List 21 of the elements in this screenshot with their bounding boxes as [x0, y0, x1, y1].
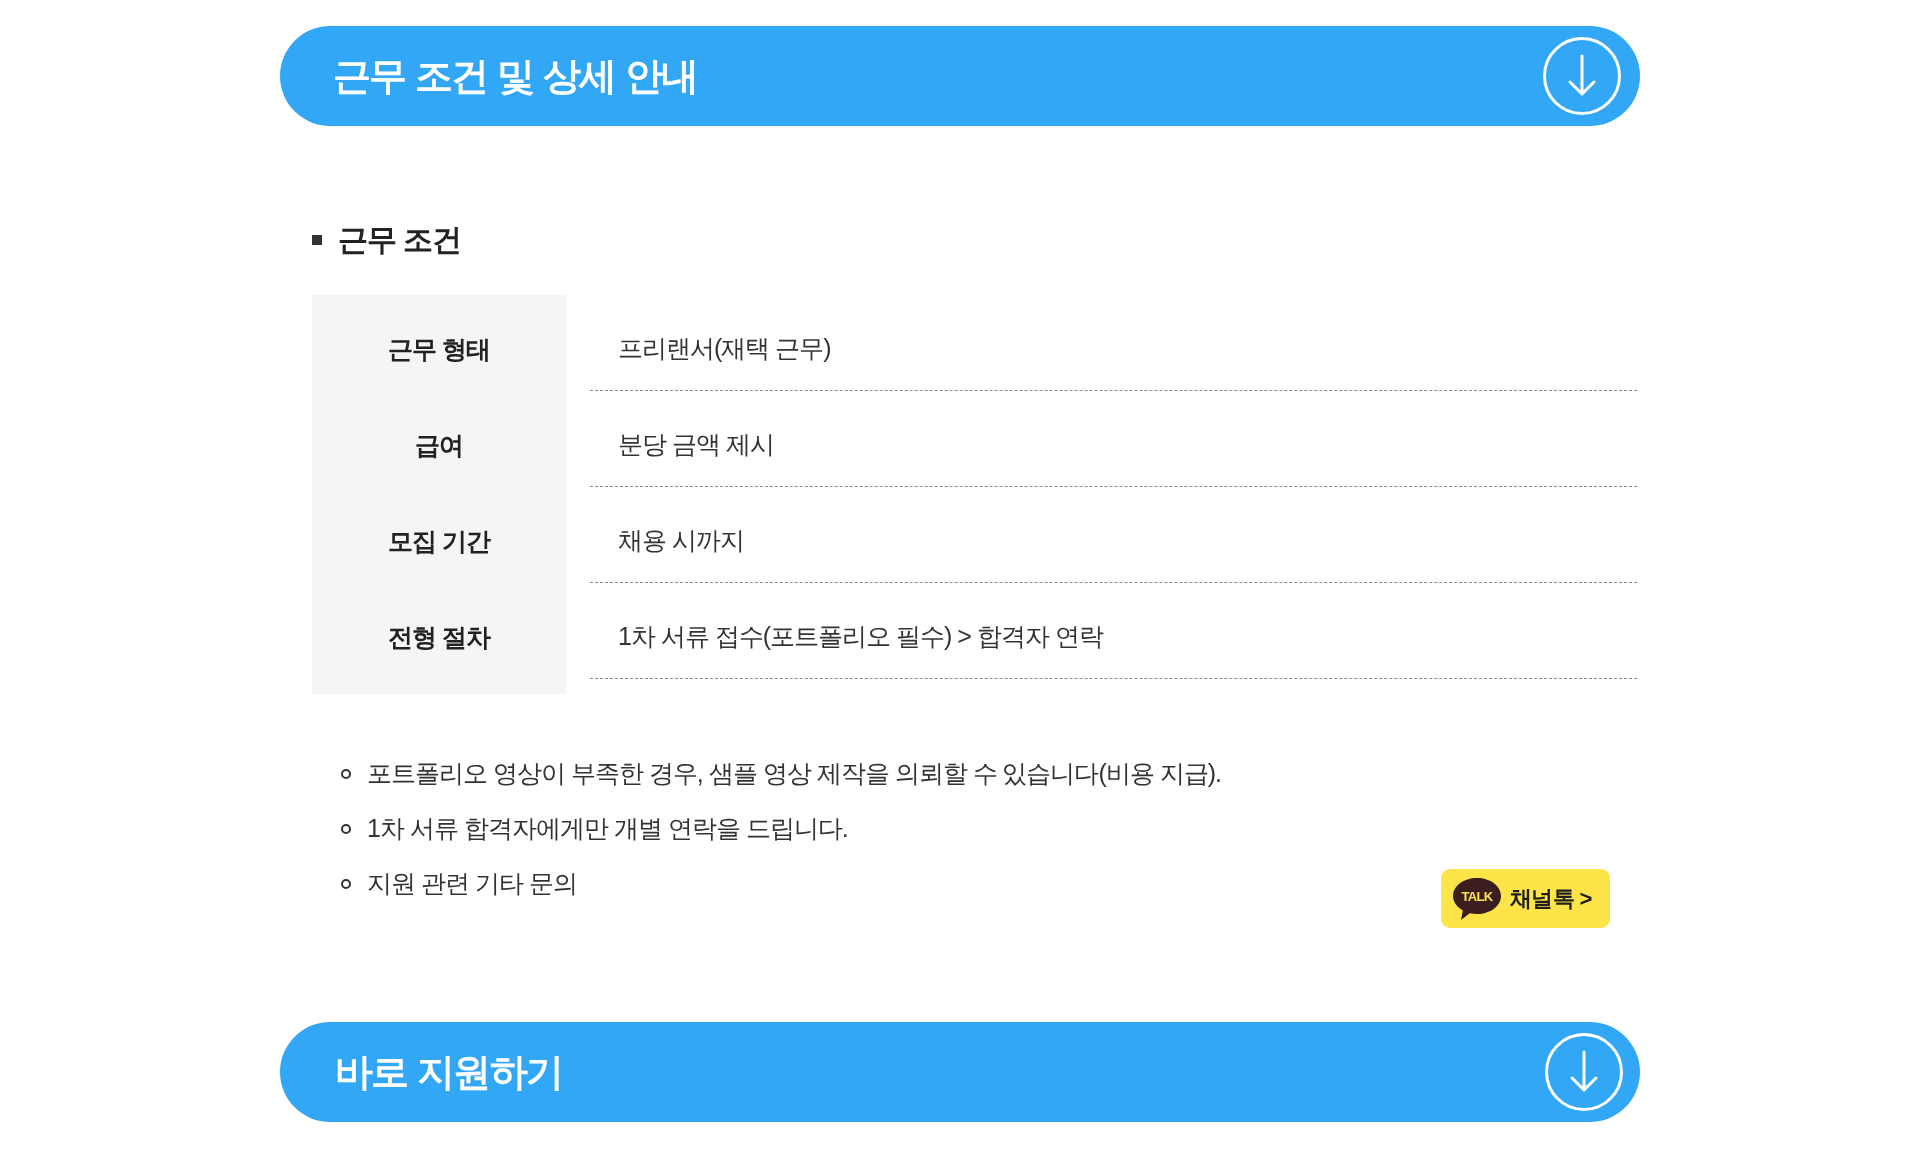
arrow-down-circle-icon: [1545, 1033, 1623, 1111]
row-value: 채용 시까지: [618, 524, 744, 556]
section-heading: 근무 조건: [338, 222, 461, 258]
row-value: 프리랜서(재택 근무): [618, 332, 831, 364]
row-label: 전형 절차: [388, 622, 490, 654]
row-value: 분당 금액 제시: [618, 428, 774, 460]
row-label: 급여: [415, 430, 463, 462]
row-label: 모집 기간: [388, 526, 490, 558]
square-bullet-icon: [312, 235, 322, 245]
row-value: 1차 서류 접수(포트폴리오 필수) > 합격자 연락: [618, 620, 1103, 652]
row-label: 근무 형태: [388, 334, 490, 366]
circle-bullet-icon: [341, 823, 351, 834]
arrow-down-circle-icon: [1543, 37, 1621, 115]
talk-bubble-icon: TALK: [1452, 876, 1502, 921]
banner-title: 근무 조건 및 상세 안내: [333, 57, 698, 95]
note-text: 1차 서류 합격자에게만 개별 연락을 드립니다.: [367, 812, 848, 844]
chat-button[interactable]: TALK 채널톡 >: [1441, 869, 1610, 928]
circle-bullet-icon: [341, 878, 351, 889]
note-text: 지원 관련 기타 문의: [367, 867, 577, 899]
note-text: 포트폴리오 영상이 부족한 경우, 샘플 영상 제작을 의뢰할 수 있습니다(비용 지급).: [367, 757, 1221, 789]
circle-bullet-icon: [341, 768, 351, 779]
